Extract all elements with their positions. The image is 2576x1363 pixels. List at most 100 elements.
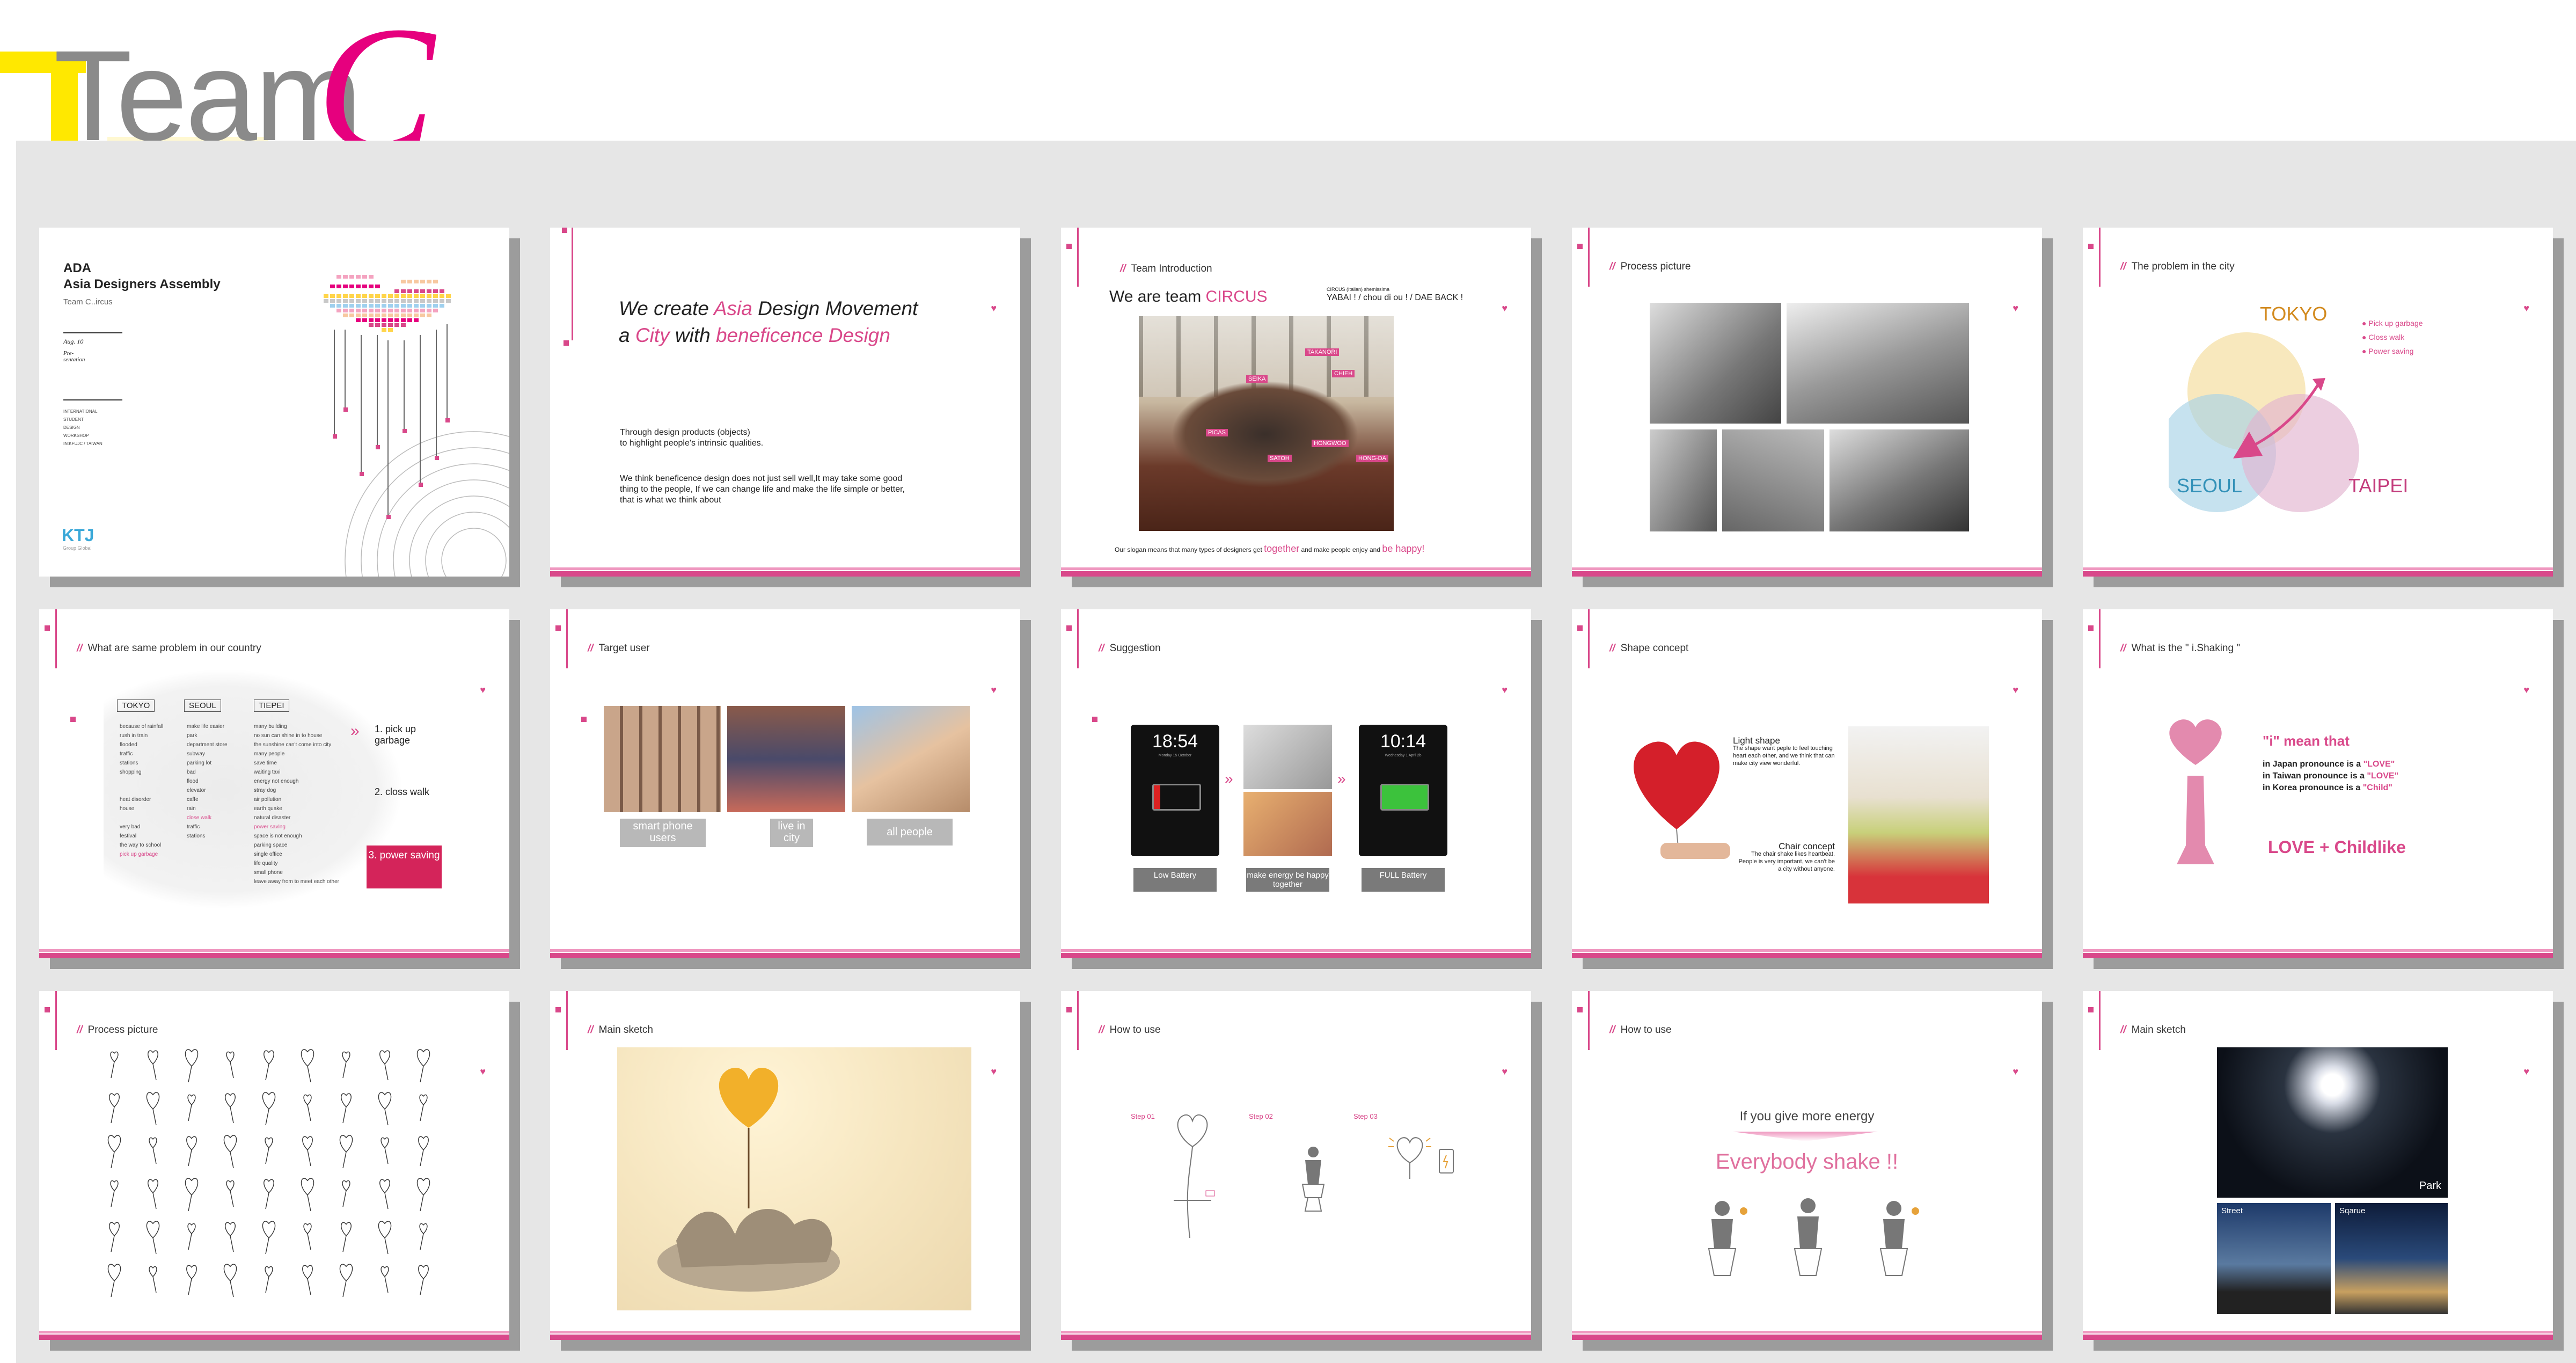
heart-sketch — [419, 1223, 428, 1250]
meaning-row: in Taiwan pronounce is a "LOVE" — [2263, 771, 2399, 781]
slide-how-to-use-2[interactable]: //How to use If you give more energy Eve… — [1572, 991, 2042, 1340]
pixel-square — [388, 304, 393, 308]
slide-target-user[interactable]: //Target user smart phone users live in … — [550, 609, 1020, 958]
slide-asia-design-movement[interactable]: We create Asia Design Movement a City wi… — [550, 228, 1020, 577]
slide-header: //What is the " i.Shaking " — [2120, 643, 2241, 654]
pixel-square — [362, 309, 367, 312]
footer-bar — [550, 1335, 1020, 1340]
pixel-square — [401, 304, 406, 308]
seoul-problem-list: make life easier park department store subw… — [187, 722, 228, 841]
pixel-square — [343, 294, 348, 298]
pixel-square — [414, 294, 419, 298]
target-live-in-city[interactable]: live in city — [770, 819, 813, 847]
ada-title: ADA — [63, 261, 91, 275]
slide-main-sketch-1[interactable]: //Main sketch ♥ — [550, 991, 1020, 1340]
heart-sketch — [379, 1179, 390, 1209]
problem-item: house — [120, 806, 135, 812]
col-tokyo: TOKYO — [117, 699, 155, 712]
heart-sketch — [341, 1222, 352, 1252]
pixel-square — [388, 299, 393, 303]
heart-sketch — [303, 1223, 312, 1250]
team-group-photo: TAKANORI CHIEH SEIKA PICAS SATOH HONGWOO… — [1139, 316, 1394, 531]
phone-time: 10:14 — [1380, 731, 1426, 752]
slide-suggestion[interactable]: //Suggestion 18:54 Monday 15 October » »… — [1061, 609, 1531, 958]
pixel-square — [388, 309, 393, 312]
pixel-square — [369, 275, 374, 279]
heart-sketch — [302, 1265, 313, 1295]
problem-item: because of rainfall — [120, 724, 164, 730]
pixel-square — [356, 304, 361, 308]
taipei-problem-list: many building no sun can shine in to hous… — [254, 722, 339, 886]
pixel-square — [375, 285, 380, 288]
team-title: We are team CIRCUS — [1109, 288, 1268, 305]
footer-stripe — [1572, 1331, 2042, 1333]
slide-ada-cover[interactable]: ADA Asia Designers Assembly Team C..ircu… — [39, 228, 509, 577]
pixel-square — [394, 299, 399, 303]
pixel-square — [407, 318, 412, 322]
slide-team-introduction[interactable]: //Team Introduction We are team CIRCUS C… — [1061, 228, 1531, 577]
phone-date: Wednesday 1 April 2b — [1385, 754, 1422, 757]
slide-shape-concept[interactable]: //Shape concept Light shape The shape wa… — [1572, 609, 2042, 958]
chair-concept-title: Chair concept — [1779, 841, 1835, 851]
pixel-square — [356, 309, 361, 312]
slide-process-picture-1[interactable]: //Process picture ♥ — [1572, 228, 2042, 577]
pixel-square — [369, 309, 374, 312]
problem-item: parking lot — [187, 760, 212, 766]
corner-marker — [562, 228, 567, 233]
pixel-square — [375, 294, 380, 298]
venn-diagram — [2169, 332, 2359, 512]
pixel-square — [356, 294, 361, 298]
slide-problem-in-city[interactable]: //The problem in the city TOKYO SEOUL TA… — [2083, 228, 2553, 577]
problem-item: stations — [120, 760, 138, 766]
pixel-square — [401, 280, 406, 283]
process-photo — [1722, 429, 1824, 531]
problem-item: small phone — [254, 870, 283, 876]
street-label: Street — [2221, 1206, 2243, 1215]
heart-sketch — [378, 1092, 392, 1126]
pixel-square — [330, 299, 335, 303]
tokyo-problem-list: because of rainfall rush in train flooded t… — [120, 722, 163, 859]
heart-sketch — [185, 1178, 199, 1212]
corner-marker — [1066, 625, 1072, 631]
everybody-shake: Everybody shake !! — [1715, 1150, 1899, 1174]
heart-sketch — [302, 1136, 313, 1167]
pixel-square — [369, 314, 374, 317]
heart-icon: ♥ — [2523, 1066, 2529, 1077]
slide-same-problem[interactable]: //What are same problem in our country T… — [39, 609, 509, 958]
corner-marker — [1577, 1007, 1583, 1012]
corner-line — [566, 609, 568, 668]
slide-main-sketch-2[interactable]: //Main sketch Park Street Sqarue ♥ — [2083, 991, 2553, 1340]
venn-seoul: SEOUL — [2177, 475, 2243, 497]
target-smartphone-users[interactable]: smart phone users — [620, 819, 706, 847]
pixel-square — [407, 280, 412, 283]
slide-what-is-ishaking[interactable]: //What is the " i.Shaking " "i" mean tha… — [2083, 609, 2553, 958]
slogan-explanation: Our slogan means that many types of desi… — [1115, 543, 1425, 554]
footer-bar — [2083, 953, 2553, 958]
pixel-square — [375, 318, 380, 322]
corner-line — [55, 991, 57, 1050]
team-slogan: YABAI ! / chou di ou ! / DAE BACK ! — [1327, 293, 1463, 302]
down-arrow-icon — [1733, 1132, 1878, 1141]
slide-process-picture-2[interactable]: //Process picture ♥ — [39, 991, 509, 1340]
pixel-square — [401, 289, 406, 293]
corner-marker — [1092, 717, 1097, 722]
footer-bar — [1061, 953, 1531, 958]
heart-sketch — [303, 1094, 312, 1121]
heart-sketch — [380, 1266, 389, 1293]
pixel-square — [375, 323, 380, 327]
slide-how-to-use-1[interactable]: //How to use Step 01 Step 02 Step 03 ♥ — [1061, 991, 1531, 1340]
pixel-square — [433, 280, 438, 283]
heart-sketch — [264, 1179, 274, 1209]
problem-item: close walk — [187, 815, 212, 821]
arrow-icon: » — [350, 722, 360, 740]
pixel-square — [382, 299, 386, 303]
i-meaning-title: "i" mean that — [2263, 733, 2350, 749]
pixel-square — [382, 328, 386, 332]
target-all-people[interactable]: all people — [867, 819, 953, 846]
problem-item — [120, 786, 163, 795]
pixel-square — [420, 289, 425, 293]
problem-item: many building — [254, 724, 287, 730]
city-crowd-photo — [727, 706, 845, 812]
pixel-square — [414, 280, 419, 283]
heart-sketch — [146, 1221, 160, 1255]
